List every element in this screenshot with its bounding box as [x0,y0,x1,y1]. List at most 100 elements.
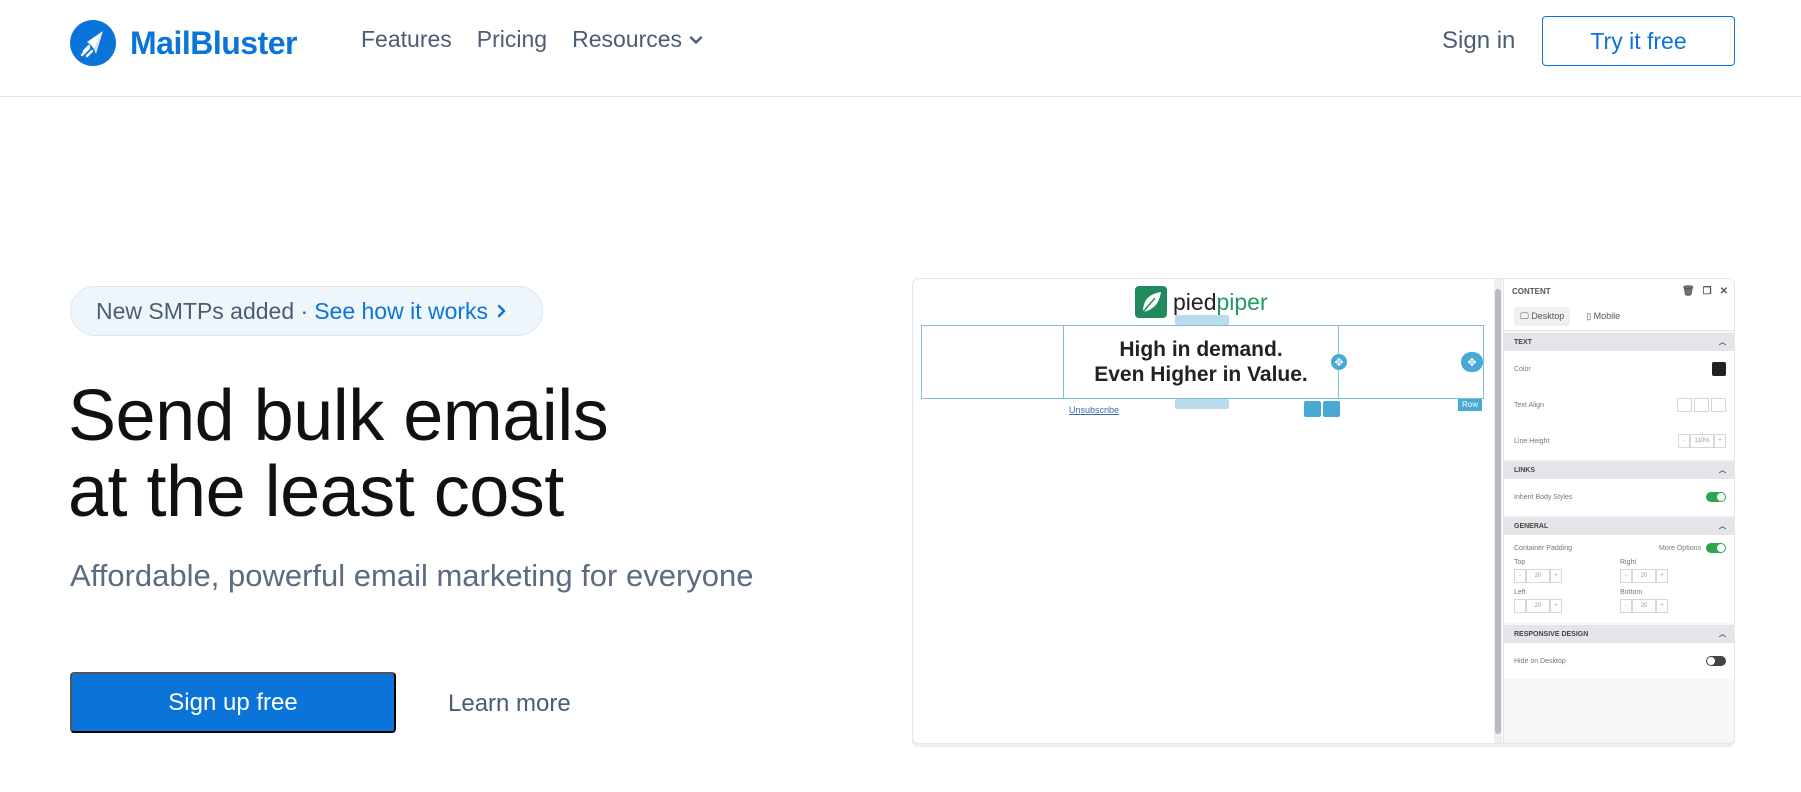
main-menu: Features Pricing Resources [361,26,704,53]
section-responsive-label: RESPONSIVE DESIGN [1514,630,1589,638]
padding-left-increment[interactable]: + [1550,599,1562,613]
padding-right-decrement[interactable]: - [1620,569,1632,583]
nav-pricing[interactable]: Pricing [477,26,547,53]
line-height-decrement[interactable]: - [1678,434,1690,448]
piedpiper-logo: piedpiper [1135,286,1268,318]
hero-title: Send bulk emails at the least cost [68,378,609,532]
hero-title-line-2: at the least cost [68,452,564,532]
piedpiper-wordmark-left: pied [1173,288,1217,315]
align-right-icon[interactable] [1711,398,1726,412]
more-options-toggle[interactable] [1706,543,1726,553]
close-icon[interactable]: ✕ [1720,286,1728,297]
nav-resources[interactable]: Resources [572,26,704,53]
tab-desktop[interactable]: 🖵 Desktop [1514,307,1571,326]
section-responsive-design[interactable]: RESPONSIVE DESIGN ︿ [1504,625,1734,643]
padding-top-value[interactable]: 20 [1526,569,1550,583]
color-row: Color [1504,351,1734,387]
padding-grid: Top -20 + Right -20 + Left -20 + Bottom -20… [1504,553,1734,623]
padding-right-increment[interactable]: + [1656,569,1668,583]
inherit-styles-label: Inherit Body Styles [1514,493,1573,501]
color-label: Color [1514,365,1531,373]
inherit-styles-row: Inherit Body Styles [1504,479,1734,515]
duplicate-block-icon[interactable] [1323,401,1340,417]
chevron-up-icon: ︿ [1719,631,1726,638]
text-align-label: Text Align [1514,401,1544,409]
hide-on-desktop-toggle[interactable] [1706,656,1726,666]
section-links-label: LINKS [1514,466,1535,474]
line-height-increment[interactable]: + [1714,434,1726,448]
padding-top-increment[interactable]: + [1550,569,1562,583]
announcement-pill: New SMTPs added · See how it works [70,286,544,336]
brand-logo[interactable]: MailBluster [70,20,297,66]
piedpiper-wordmark-right: piper [1216,288,1268,315]
announcement-text: New SMTPs added · [96,297,309,324]
line-height-row: Line Height - 110% + [1504,423,1734,459]
add-row-above-handle[interactable] [1175,315,1229,325]
email-headline-line-2: Even Higher in Value. [1094,363,1308,386]
trash-icon[interactable]: 🗑 [1682,286,1695,297]
chevron-down-icon [689,35,703,44]
email-headline-line-1: High in demand. [1119,338,1283,361]
line-height-value[interactable]: 110% [1690,434,1714,448]
chevron-right-icon [497,304,506,318]
section-text[interactable]: TEXT ︿ [1504,333,1734,351]
container-padding-label: Container Padding [1514,544,1572,552]
section-general-label: GENERAL [1514,522,1549,530]
padding-bottom-decrement[interactable]: - [1620,599,1632,613]
hide-on-desktop-row: Hide on Desktop [1504,643,1734,679]
more-options-label: More Options [1658,544,1701,552]
padding-bottom-value[interactable]: 20 [1632,599,1656,613]
see-how-it-works-link[interactable]: See how it works [314,298,508,325]
email-editor-preview: piedpiper High in demand. Even Higher in… [912,278,1735,744]
chevron-up-icon: ︿ [1719,523,1726,530]
tab-desktop-label: Desktop [1531,311,1565,321]
canvas-scrollbar[interactable] [1494,279,1502,743]
section-general[interactable]: GENERAL ︿ [1504,517,1734,535]
device-tabs: 🖵 Desktop ▯ Mobile [1504,303,1734,331]
inherit-styles-toggle[interactable] [1706,492,1726,502]
try-it-free-button[interactable]: Try it free [1542,16,1735,66]
color-swatch[interactable] [1712,362,1726,376]
delete-block-icon[interactable] [1304,401,1321,417]
padding-right-label: Right [1620,559,1637,566]
hero-subtitle: Affordable, powerful email marketing for… [70,558,754,593]
row-tag: Row [1458,399,1482,411]
panel-title: CONTENT [1512,286,1551,296]
panel-header: CONTENT 🗑 ❐ ✕ [1504,279,1734,303]
rocket-logo-icon [70,20,116,66]
align-left-icon[interactable] [1677,398,1692,412]
padding-right-value[interactable]: 20 [1632,569,1656,583]
section-text-label: TEXT [1514,338,1532,346]
leaf-logo-icon [1135,286,1167,318]
sign-up-free-button[interactable]: Sign up free [70,672,396,733]
top-navigation: MailBluster Features Pricing Resources S… [0,0,1801,97]
line-height-label: Line Height [1514,437,1550,445]
nav-features[interactable]: Features [361,26,452,53]
unsubscribe-link[interactable]: Unsubscribe [1069,405,1119,415]
padding-left-decrement[interactable]: - [1514,599,1526,613]
padding-left-value[interactable]: 20 [1526,599,1550,613]
hide-on-desktop-label: Hide on Desktop [1514,657,1566,665]
piedpiper-wordmark: piedpiper [1173,289,1268,316]
canvas-scroll-thumb[interactable] [1495,289,1501,734]
tab-mobile-label: Mobile [1593,311,1621,321]
brand-name: MailBluster [130,24,297,61]
nav-resources-label: Resources [572,26,683,52]
email-canvas: piedpiper High in demand. Even Higher in… [913,279,1503,743]
section-links[interactable]: LINKS ︿ [1504,461,1734,479]
chevron-up-icon: ︿ [1719,467,1726,474]
padding-bottom-label: Bottom [1620,589,1643,596]
padding-left-label: Left [1514,589,1526,596]
learn-more-link[interactable]: Learn more [448,690,571,718]
cell-move-icon[interactable]: ✥ [1331,354,1347,370]
add-row-below-handle[interactable] [1175,399,1229,409]
row-move-icon[interactable]: ✥ [1461,352,1483,372]
align-center-icon[interactable] [1694,398,1709,412]
email-headline[interactable]: High in demand. Even Higher in Value. [1063,337,1339,387]
sign-in-link[interactable]: Sign in [1442,27,1515,55]
padding-bottom-increment[interactable]: + [1656,599,1668,613]
tab-mobile[interactable]: ▯ Mobile [1580,307,1626,326]
duplicate-icon[interactable]: ❐ [1703,286,1712,297]
text-align-row: Text Align [1504,387,1734,423]
padding-top-decrement[interactable]: - [1514,569,1526,583]
